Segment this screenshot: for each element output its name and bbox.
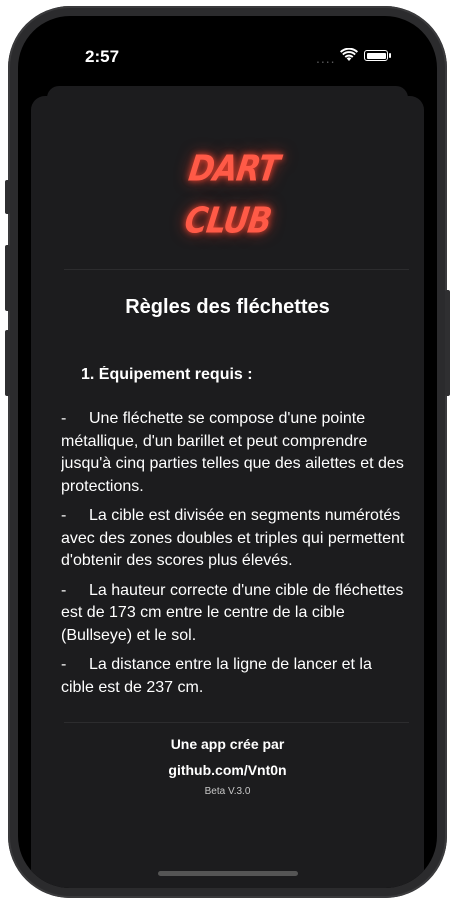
wifi-icon bbox=[340, 48, 358, 61]
volume-down-button bbox=[5, 330, 10, 396]
dart-club-logo: DART CLUB bbox=[181, 148, 281, 261]
rule-text: La distance entre la ligne de lancer et … bbox=[61, 656, 372, 696]
rule-text: La cible est divisée en segments numérot… bbox=[61, 507, 405, 569]
home-indicator[interactable] bbox=[158, 871, 298, 876]
status-time: 2:57 bbox=[85, 47, 120, 66]
page-title: Règles des fléchettes bbox=[125, 296, 330, 318]
bullet-dash: - bbox=[61, 507, 67, 524]
footer-divider bbox=[64, 722, 409, 723]
credit-text: Une app crée par bbox=[170, 736, 285, 752]
bullet-dash: - bbox=[61, 581, 67, 599]
rule-paragraph: - La cible est divisée en segments numéro… bbox=[61, 505, 407, 573]
section-title: 1. Équipement requis : bbox=[81, 366, 253, 383]
battery-icon bbox=[364, 50, 388, 61]
signal-icon: .... bbox=[316, 50, 336, 66]
bullet-dash: - bbox=[61, 656, 67, 673]
rule-text: Une fléchette se compose d'une pointe mé… bbox=[61, 410, 404, 495]
status-bar: 2:57 .... bbox=[18, 16, 437, 86]
rules-sheet[interactable]: DART CLUB Règles des fléchettes 1. Équip… bbox=[31, 96, 424, 888]
rule-text: La hauteur correcte d'une cible de fléch… bbox=[61, 581, 404, 644]
version-label: Beta V.3.0 bbox=[204, 786, 251, 797]
rule-paragraph: - La hauteur correcte d'une cible de fléc… bbox=[61, 580, 407, 648]
footer: Une app crée par github.com/Vnt0n Beta V… bbox=[31, 736, 424, 797]
power-button bbox=[445, 290, 450, 396]
logo-text-line1: DART bbox=[186, 148, 282, 190]
action-button bbox=[5, 180, 10, 214]
dynamic-island bbox=[170, 43, 288, 77]
rules-scroll-view[interactable]: 1. Équipement requis : - Une fléchette se… bbox=[61, 366, 407, 716]
screen: 2:57 .... DART CLUB Règles des fléchette… bbox=[18, 16, 437, 888]
volume-up-button bbox=[5, 245, 10, 311]
divider bbox=[64, 269, 409, 270]
bullet-dash: - bbox=[61, 410, 67, 427]
rule-paragraph: - Une fléchette se compose d'une pointe m… bbox=[61, 408, 407, 498]
author-link[interactable]: github.com/Vnt0n bbox=[31, 762, 424, 778]
logo-text-line2: CLUB bbox=[182, 200, 274, 242]
battery-tip bbox=[389, 53, 391, 58]
rule-paragraph: - La distance entre la ligne de lancer et… bbox=[61, 654, 407, 699]
